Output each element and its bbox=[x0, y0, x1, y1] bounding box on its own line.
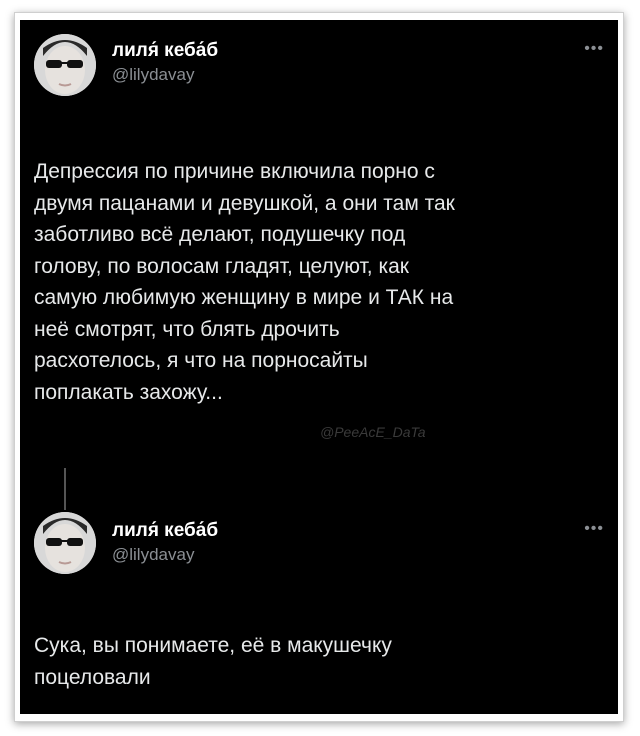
avatar-image bbox=[34, 34, 96, 96]
username-handle[interactable]: @lilydavay bbox=[112, 545, 194, 565]
tweet-text: Сука, вы понимаете, её в макушечку поцел… bbox=[34, 634, 392, 689]
thread-connector bbox=[64, 468, 66, 510]
display-name[interactable]: лиля́ кеба́б bbox=[112, 520, 218, 542]
tweet-text: Депрессия по причине включила порно с дв… bbox=[34, 160, 455, 404]
avatar[interactable] bbox=[34, 34, 96, 96]
ellipsis-icon[interactable]: ••• bbox=[584, 40, 604, 58]
username-handle[interactable]: @lilydavay bbox=[112, 65, 194, 85]
ellipsis-icon[interactable]: ••• bbox=[584, 520, 604, 538]
tweet-thread: лиля́ кеба́б @lilydavay ••• Депрессия по… bbox=[20, 20, 618, 714]
tweet-1: лиля́ кеба́б @lilydavay ••• Депрессия по… bbox=[20, 20, 618, 480]
avatar-image bbox=[34, 512, 96, 574]
display-name[interactable]: лиля́ кеба́б bbox=[112, 40, 218, 62]
tweet-2: лиля́ кеба́б @lilydavay ••• Сука, вы пон… bbox=[20, 510, 618, 714]
avatar[interactable] bbox=[34, 512, 96, 574]
watermark: @PeeAcE_DaTa bbox=[320, 424, 426, 440]
